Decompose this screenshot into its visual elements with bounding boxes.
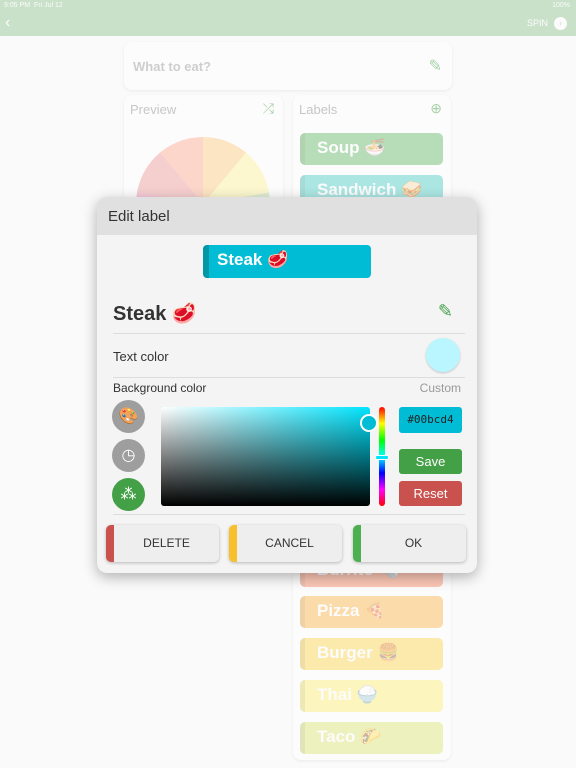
label-item[interactable]: Soup 🍜	[300, 133, 443, 165]
pencil-icon[interactable]: ✎	[438, 301, 453, 322]
clock-icon[interactable]: ◷	[112, 439, 145, 472]
ok-button[interactable]: OK	[353, 525, 466, 562]
dialog-title: Edit label	[97, 197, 477, 235]
divider	[113, 377, 465, 378]
shuffle-icon[interactable]: ⤮	[263, 100, 274, 117]
label-name: Steak 🥩	[113, 303, 197, 325]
pencil-icon[interactable]: ✎	[429, 56, 442, 76]
title-card: What to eat? ✎	[124, 42, 452, 90]
chevron-left-icon[interactable]: ‹	[5, 14, 10, 32]
spin-button[interactable]: SPIN	[527, 18, 548, 28]
color-picker-handle[interactable]	[360, 414, 378, 432]
label-item[interactable]: Pizza 🍕	[300, 596, 443, 628]
chevron-right-icon[interactable]: ›	[554, 17, 567, 30]
color-mode-label: Custom	[419, 381, 461, 395]
delete-button[interactable]: DELETE	[106, 525, 219, 562]
status-time: 9:05 PM	[4, 2, 31, 9]
edit-label-dialog: Edit label Steak 🥩 Steak 🥩 ✎ Text color …	[97, 197, 477, 573]
label-item[interactable]: Burger 🍔	[300, 638, 443, 670]
text-color-label: Text color	[113, 349, 169, 364]
hue-slider-handle[interactable]	[375, 455, 389, 460]
battery-level: 100%	[552, 2, 570, 9]
status-bar: 9:05 PM Fri Jul 12 100%	[0, 0, 576, 12]
hex-input[interactable]: #00bcd4	[399, 407, 462, 433]
divider	[113, 333, 465, 334]
text-color-swatch[interactable]	[426, 338, 460, 372]
palette-icon[interactable]: 🎨	[112, 400, 145, 433]
cancel-button[interactable]: CANCEL	[229, 525, 342, 562]
status-date: Fri Jul 12	[33, 2, 63, 9]
add-circle-icon[interactable]: ⊕	[430, 100, 442, 117]
preview-heading: Preview	[130, 102, 177, 117]
nav-bar: ‹ SPIN ›	[0, 12, 576, 36]
save-button[interactable]: Save	[399, 449, 462, 474]
divider	[113, 514, 465, 515]
labels-heading: Labels	[299, 102, 338, 117]
label-item[interactable]: Taco 🌮	[300, 722, 443, 754]
label-preview-chip: Steak 🥩	[203, 245, 371, 278]
label-item[interactable]: Thai 🍚	[300, 680, 443, 712]
saturation-value-picker[interactable]	[161, 407, 370, 506]
background-color-label: Background color	[113, 381, 207, 395]
wheel-title: What to eat?	[133, 59, 211, 74]
magic-wand-icon[interactable]: ⁂	[112, 478, 145, 511]
reset-button[interactable]: Reset	[399, 481, 462, 506]
